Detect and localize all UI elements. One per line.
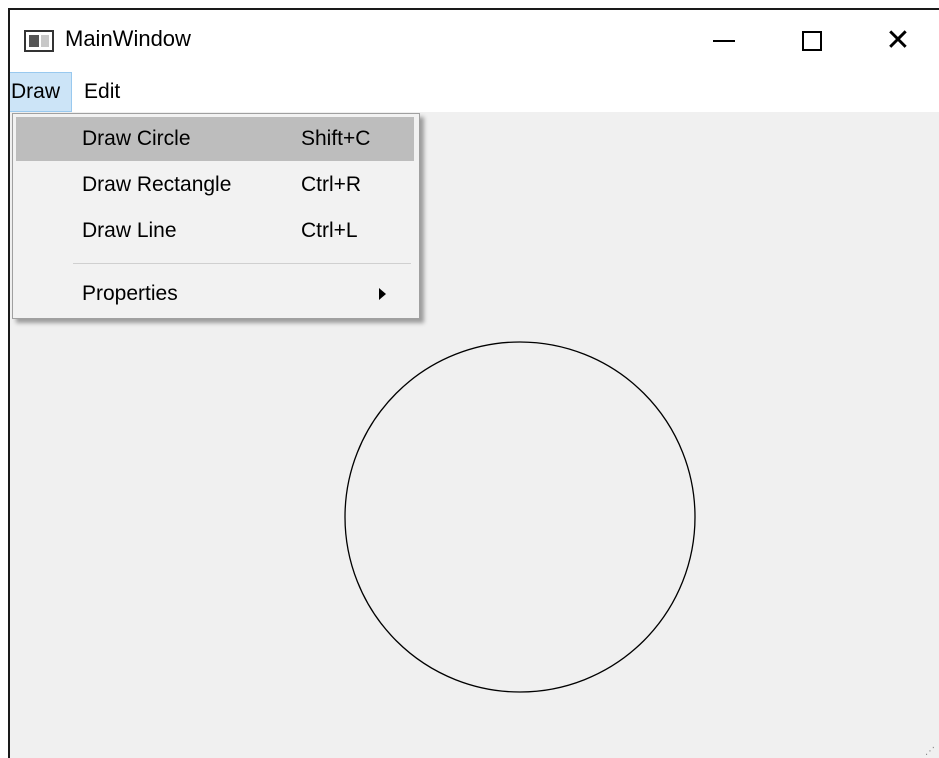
window-title: MainWindow [65, 26, 191, 51]
resize-grip-icon[interactable]: ⋰ [925, 746, 937, 758]
submenu-arrow-icon [379, 288, 386, 300]
drawn-circle[interactable] [344, 341, 696, 693]
menu-item-label: Properties [82, 282, 178, 305]
menu-item-draw-rectangle[interactable]: Draw Rectangle Ctrl+R [16, 163, 414, 207]
menu-item-label: Draw Rectangle [82, 173, 232, 196]
menu-bar: Draw Edit [10, 72, 939, 112]
title-bar[interactable]: MainWindow ✕ [10, 10, 939, 72]
close-button[interactable]: ✕ [856, 10, 939, 72]
app-window-icon [24, 30, 54, 52]
maximize-button[interactable] [770, 10, 854, 72]
menu-item-label: Draw Line [82, 219, 177, 242]
draw-dropdown-menu: Draw Circle Shift+C Draw Rectangle Ctrl+… [12, 113, 420, 319]
menu-item-label: Draw Circle [82, 127, 191, 150]
menu-draw-label: Draw [11, 80, 61, 103]
menu-item-shortcut: Ctrl+L [301, 219, 358, 242]
menu-draw[interactable]: Draw [10, 72, 73, 112]
menu-item-draw-line[interactable]: Draw Line Ctrl+L [16, 209, 414, 253]
close-icon: ✕ [885, 24, 911, 57]
minimize-button[interactable] [682, 10, 766, 72]
menu-item-draw-circle[interactable]: Draw Circle Shift+C [16, 117, 414, 161]
menu-edit[interactable]: Edit [72, 72, 132, 112]
menu-item-properties[interactable]: Properties [16, 272, 414, 316]
menu-item-shortcut: Shift+C [301, 127, 371, 150]
minimize-icon [713, 40, 735, 42]
maximize-icon [802, 31, 822, 51]
menu-item-shortcut: Ctrl+R [301, 173, 362, 196]
main-window: MainWindow ✕ Draw Edit ⋰ Draw Circle Shi… [8, 8, 939, 758]
menu-separator [73, 263, 411, 264]
menu-edit-label: Edit [84, 80, 121, 103]
